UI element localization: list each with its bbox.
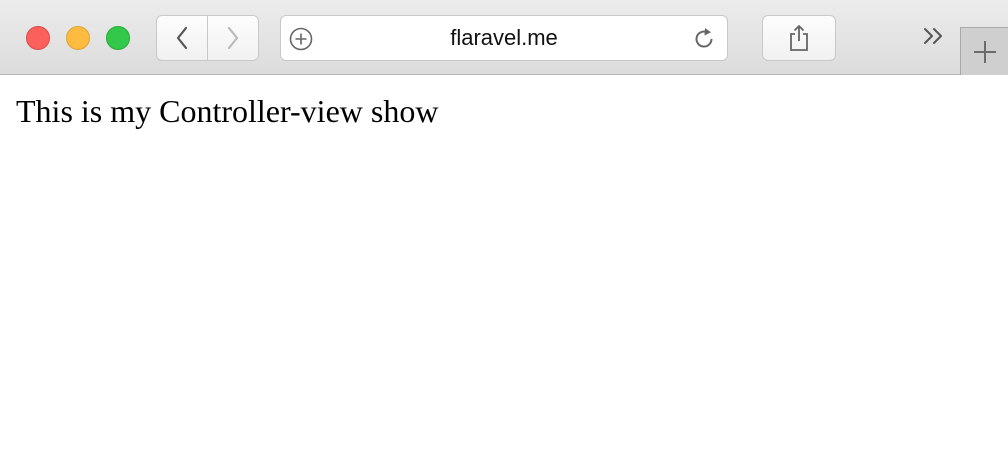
- chevron-left-icon: [176, 26, 188, 50]
- back-button[interactable]: [156, 15, 208, 61]
- reload-icon[interactable]: [691, 26, 717, 57]
- share-icon: [790, 25, 808, 51]
- minimize-window-button[interactable]: [66, 26, 90, 50]
- address-bar[interactable]: flaravel.me: [280, 15, 728, 61]
- url-text[interactable]: flaravel.me: [281, 16, 727, 60]
- plus-icon: [973, 40, 996, 63]
- chevron-right-icon: [227, 26, 239, 50]
- share-button[interactable]: [762, 15, 836, 61]
- zoom-window-button[interactable]: [106, 26, 130, 50]
- double-chevron-right-icon[interactable]: [922, 26, 946, 51]
- browser-toolbar: flaravel.me: [0, 0, 1008, 75]
- page-body-text: This is my Controller-view show: [16, 93, 439, 129]
- page-content: This is my Controller-view show: [0, 75, 1008, 464]
- forward-button[interactable]: [208, 15, 259, 61]
- close-window-button[interactable]: [26, 26, 50, 50]
- new-tab-button[interactable]: [960, 27, 1008, 75]
